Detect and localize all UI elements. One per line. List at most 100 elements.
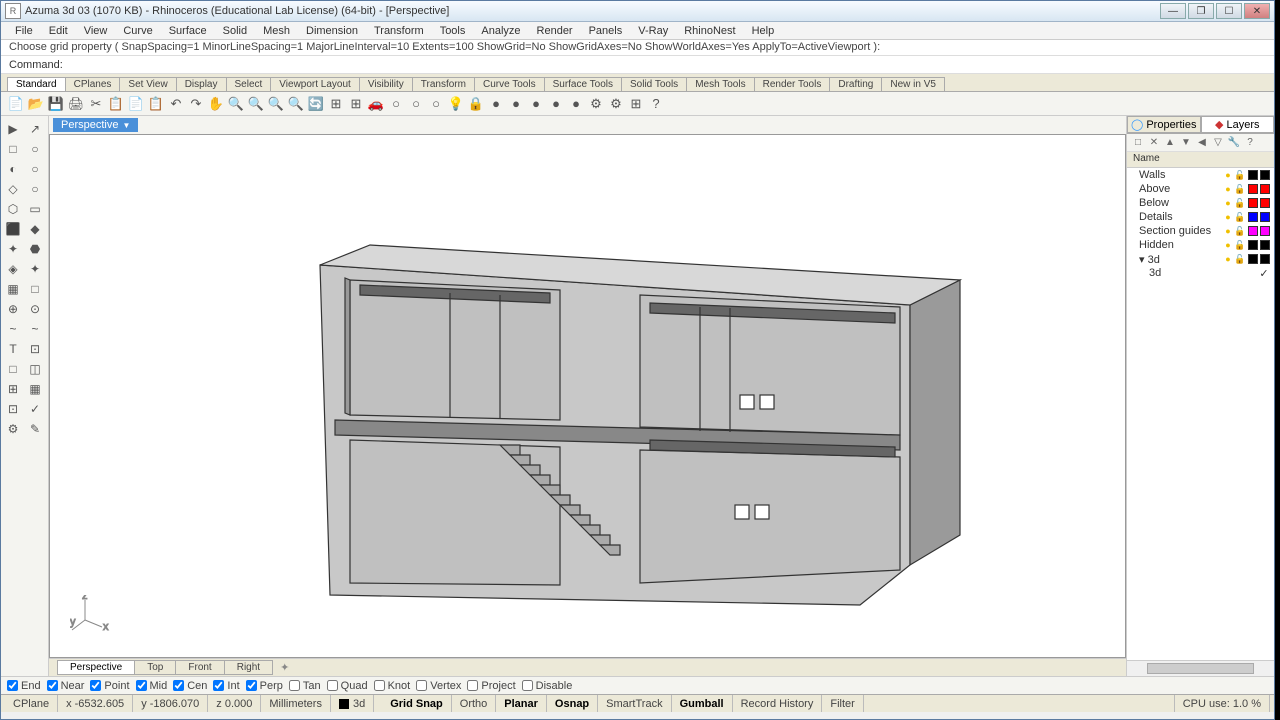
layer-color-swatch[interactable] — [1248, 170, 1258, 180]
tool-button-24[interactable]: □ — [3, 360, 23, 378]
toolbar-icon-25[interactable]: ● — [507, 95, 525, 113]
tool-button-11[interactable]: ◆ — [25, 220, 45, 238]
toolbar-icon-17[interactable]: ⊞ — [347, 95, 365, 113]
layer-row[interactable]: Above●🔓 — [1127, 182, 1274, 196]
osnap-knot[interactable]: Knot — [374, 680, 411, 692]
toolbar-icon-13[interactable]: 🔍 — [267, 95, 285, 113]
tool-button-19[interactable]: ⊙ — [25, 300, 45, 318]
menu-rhinonest[interactable]: RhinoNest — [676, 24, 743, 38]
tool-button-23[interactable]: ⊡ — [25, 340, 45, 358]
perspective-viewport[interactable]: z x y — [49, 134, 1126, 658]
layer-material-swatch[interactable] — [1260, 226, 1270, 236]
tab-standard[interactable]: Standard — [7, 77, 66, 91]
tool-button-27[interactable]: ▦ — [25, 380, 45, 398]
osnap-near[interactable]: Near — [47, 680, 85, 692]
toolbar-icon-23[interactable]: 🔒 — [467, 95, 485, 113]
status-toggle-record-history[interactable]: Record History — [733, 695, 823, 712]
layer-left-icon[interactable]: ◀ — [1195, 136, 1209, 150]
toolbar-icon-29[interactable]: ⚙ — [587, 95, 605, 113]
tab-display[interactable]: Display — [176, 77, 227, 91]
maximize-button[interactable]: ☐ — [1216, 3, 1242, 19]
layer-help-icon[interactable]: ? — [1243, 136, 1257, 150]
tab-viewport-layout[interactable]: Viewport Layout — [270, 77, 360, 91]
tool-button-18[interactable]: ⊕ — [3, 300, 23, 318]
layer-color-swatch[interactable] — [1248, 254, 1258, 264]
osnap-mid[interactable]: Mid — [136, 680, 168, 692]
toolbar-icon-5[interactable]: 📋 — [107, 95, 125, 113]
toolbar-icon-16[interactable]: ⊞ — [327, 95, 345, 113]
tool-button-25[interactable]: ◫ — [25, 360, 45, 378]
visibility-icon[interactable]: ● — [1222, 198, 1234, 208]
layer-row[interactable]: ▾ 3d●🔓 — [1127, 252, 1274, 266]
layer-color-swatch[interactable] — [1248, 212, 1258, 222]
tab-cplanes[interactable]: CPlanes — [65, 77, 121, 91]
toolbar-icon-26[interactable]: ● — [527, 95, 545, 113]
toolbar-icon-11[interactable]: 🔍 — [227, 95, 245, 113]
tool-button-8[interactable]: ⬡ — [3, 200, 23, 218]
layers-tab[interactable]: ◆Layers — [1201, 116, 1275, 133]
tool-button-1[interactable]: ↗ — [25, 120, 45, 138]
lock-icon[interactable]: 🔓 — [1234, 212, 1246, 223]
osnap-project[interactable]: Project — [467, 680, 515, 692]
status-current-layer[interactable]: 3d — [331, 695, 374, 712]
tool-button-3[interactable]: ○ — [25, 140, 45, 158]
menu-view[interactable]: View — [76, 24, 116, 38]
toolbar-icon-21[interactable]: ○ — [427, 95, 445, 113]
tools-icon[interactable]: 🔧 — [1227, 136, 1241, 150]
layer-material-swatch[interactable] — [1260, 170, 1270, 180]
layer-material-swatch[interactable] — [1260, 184, 1270, 194]
toolbar-icon-14[interactable]: 🔍 — [287, 95, 305, 113]
menu-dimension[interactable]: Dimension — [298, 24, 366, 38]
tab-set-view[interactable]: Set View — [119, 77, 176, 91]
menu-edit[interactable]: Edit — [41, 24, 76, 38]
tool-button-20[interactable]: ~ — [3, 320, 23, 338]
status-toggle-ortho[interactable]: Ortho — [452, 695, 497, 712]
add-view-tab[interactable]: ✦ — [272, 660, 297, 675]
tab-solid-tools[interactable]: Solid Tools — [621, 77, 687, 91]
status-toggle-grid-snap[interactable]: Grid Snap — [382, 695, 452, 712]
properties-tab[interactable]: ◯Properties — [1127, 116, 1201, 133]
panel-scrollbar[interactable] — [1127, 660, 1274, 676]
status-cplane[interactable]: CPlane — [5, 695, 58, 712]
lock-icon[interactable]: 🔓 — [1234, 170, 1246, 181]
layer-up-icon[interactable]: ▲ — [1163, 136, 1177, 150]
layer-down-icon[interactable]: ▼ — [1179, 136, 1193, 150]
minimize-button[interactable]: — — [1160, 3, 1186, 19]
lock-icon[interactable]: 🔓 — [1234, 198, 1246, 209]
menu-surface[interactable]: Surface — [161, 24, 215, 38]
menu-render[interactable]: Render — [529, 24, 581, 38]
toolbar-icon-7[interactable]: 📋 — [147, 95, 165, 113]
tab-surface-tools[interactable]: Surface Tools — [544, 77, 622, 91]
toolbar-icon-8[interactable]: ↶ — [167, 95, 185, 113]
tool-button-9[interactable]: ▭ — [25, 200, 45, 218]
tab-select[interactable]: Select — [226, 77, 272, 91]
lock-icon[interactable]: 🔓 — [1234, 254, 1246, 265]
toolbar-icon-18[interactable]: 🚗 — [367, 95, 385, 113]
view-tab-right[interactable]: Right — [224, 660, 273, 675]
filter-icon[interactable]: ▽ — [1211, 136, 1225, 150]
menu-mesh[interactable]: Mesh — [255, 24, 298, 38]
tool-button-16[interactable]: ▦ — [3, 280, 23, 298]
visibility-icon[interactable]: ● — [1222, 226, 1234, 236]
command-line[interactable]: Command: — [1, 56, 1274, 74]
tool-button-7[interactable]: ○ — [25, 180, 45, 198]
lock-icon[interactable]: 🔓 — [1234, 184, 1246, 195]
toolbar-icon-12[interactable]: 🔍 — [247, 95, 265, 113]
layer-color-swatch[interactable] — [1248, 240, 1258, 250]
status-toggle-filter[interactable]: Filter — [822, 695, 863, 712]
toolbar-icon-2[interactable]: 💾 — [47, 95, 65, 113]
tool-button-10[interactable]: ⬛ — [3, 220, 23, 238]
toolbar-icon-10[interactable]: ✋ — [207, 95, 225, 113]
toolbar-icon-32[interactable]: ? — [647, 95, 665, 113]
toolbar-icon-9[interactable]: ↷ — [187, 95, 205, 113]
tab-transform[interactable]: Transform — [412, 77, 475, 91]
tool-button-12[interactable]: ✦ — [3, 240, 23, 258]
visibility-icon[interactable]: ● — [1222, 240, 1234, 250]
tool-button-14[interactable]: ◈ — [3, 260, 23, 278]
tool-button-28[interactable]: ⊡ — [3, 400, 23, 418]
toolbar-icon-19[interactable]: ○ — [387, 95, 405, 113]
tab-new-in-v5[interactable]: New in V5 — [881, 77, 945, 91]
osnap-cen[interactable]: Cen — [173, 680, 207, 692]
menu-curve[interactable]: Curve — [115, 24, 160, 38]
viewport-title-tab[interactable]: Perspective ▼ — [53, 118, 138, 132]
